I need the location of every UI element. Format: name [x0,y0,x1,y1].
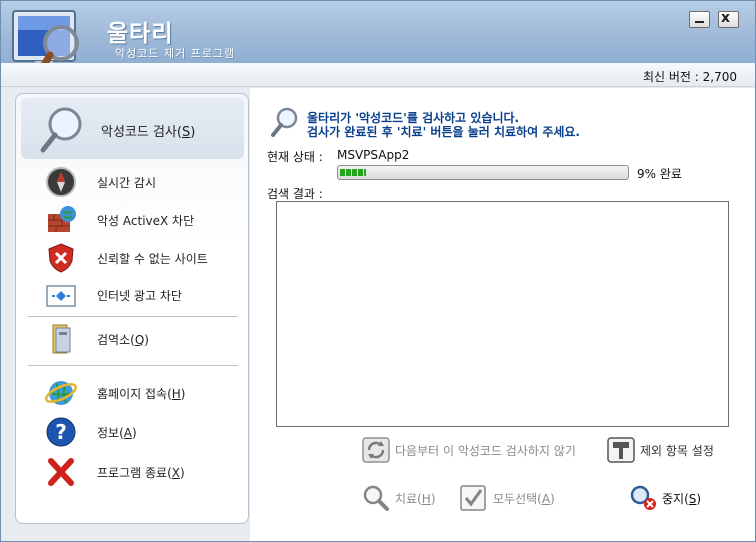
stop-icon [630,485,656,510]
status-message-line2: 검사가 완료된 후 '치료' 버튼을 눌러 치료하여 주세요. [307,125,580,139]
exclude-label: 제외 항목 설정 [640,444,714,458]
nav-label-info: 정보(A) [97,426,137,440]
app-subtitle: 악성코드 제거 프로그램 [115,47,236,60]
progress-text: 9% 완료 [637,167,682,181]
nav-label-realtime: 실시간 감시 [97,176,157,190]
separator [28,316,238,317]
close-x-icon [48,458,74,486]
nav-item-adblock[interactable]: 인터넷 광고 차단 [20,279,244,311]
sidebar: 악성코드 검사(S) 실시간 감시 악성 ActiveX 차단 신뢰할 수 없는… [15,93,249,524]
select-all-label: 모두선택(A) [493,492,555,506]
cure-magnifier-icon [363,485,389,511]
nav-item-realtime[interactable]: 실시간 감시 [20,166,244,198]
nav-item-scan[interactable]: 악성코드 검사(S) [21,98,244,159]
checkbox-icon [460,485,486,511]
svg-text:?: ? [55,420,67,444]
compass-icon [46,167,76,197]
version-text: 최신 버전 : 2,700 [642,70,737,84]
nav-label-homepage: 홈페이지 접속(H) [97,387,186,401]
nav-label-exit: 프로그램 종료(X) [97,466,185,480]
nav-item-homepage[interactable]: 홈페이지 접속(H) [20,377,244,409]
nav-item-activex[interactable]: 악성 ActiveX 차단 [20,204,244,236]
nav-label-activex: 악성 ActiveX 차단 [97,214,195,228]
minimize-icon [695,21,704,23]
nav-item-info[interactable]: ? 정보(A) [20,416,244,448]
current-status-label: 현재 상태 : [267,150,323,164]
result-list[interactable] [276,201,729,427]
result-label: 검색 결과 : [267,187,323,201]
progress-bar [337,165,629,180]
magnifier-icon [40,107,82,153]
version-bar: 최신 버전 : 2,700 [1,63,755,87]
minimize-button[interactable] [689,11,710,28]
shield-x-icon [48,243,74,273]
help-icon: ? [46,417,76,447]
magnifier-icon [271,107,298,137]
close-icon: x [721,10,731,26]
progress-fill [340,169,366,176]
app-title: 울타리 [107,21,174,47]
separator [28,365,238,366]
close-button[interactable]: x [718,10,739,28]
stop-label: 중지(S) [662,492,702,506]
skip-label: 다음부터 이 악성코드 검사하지 않기 [395,444,576,458]
firewall-globe-icon [48,206,76,232]
hammer-icon [607,437,635,463]
current-status-value: MSVPSApp2 [337,148,410,162]
nav-item-untrusted[interactable]: 신뢰할 수 없는 사이트 [20,242,244,274]
skip-icon [362,437,390,463]
quarantine-icon [52,324,71,354]
nav-label-adblock: 인터넷 광고 차단 [97,289,182,303]
ad-block-icon [46,285,76,307]
nav-item-exit[interactable]: 프로그램 종료(X) [20,456,244,488]
nav-label-quarantine: 검역소(Q) [97,333,149,347]
nav-label-untrusted: 신뢰할 수 없는 사이트 [97,252,208,266]
main-window: 울타리 악성코드 제거 프로그램 x 최신 버전 : 2,700 악성코드 검사… [0,0,756,542]
cure-label: 치료(H) [395,492,436,506]
title-bar[interactable]: 울타리 악성코드 제거 프로그램 x [1,1,755,63]
nav-item-quarantine[interactable]: 검역소(Q) [20,323,244,355]
ie-globe-icon [45,381,77,405]
nav-label-scan: 악성코드 검사(S) [101,125,196,140]
